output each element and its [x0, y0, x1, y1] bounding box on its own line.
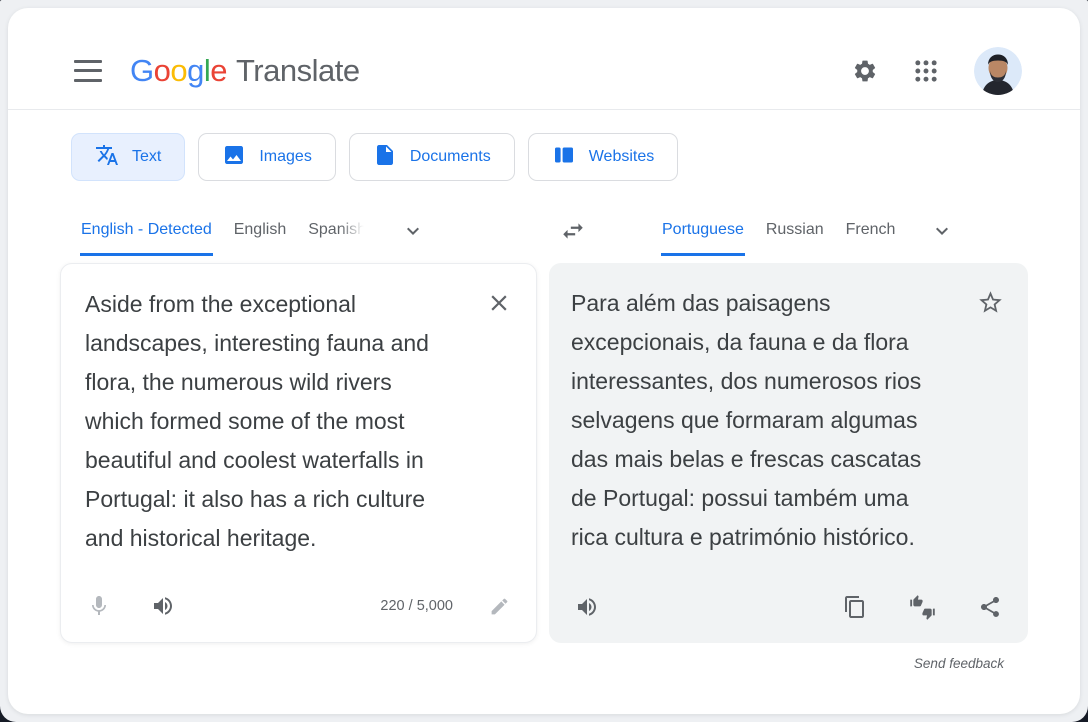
logo-letter: G: [130, 53, 154, 88]
tab-images-label: Images: [259, 148, 311, 166]
app-header: Google Translate: [8, 8, 1080, 110]
chevron-down-icon[interactable]: [401, 219, 425, 243]
swap-arrows-icon[interactable]: [560, 218, 586, 244]
tab-documents-label: Documents: [410, 148, 491, 166]
tab-documents[interactable]: Documents: [349, 133, 515, 181]
translation-panels: Aside from the exceptional landscapes, i…: [8, 263, 1080, 643]
translation-result-panel: Para além das paisagens excepcionais, da…: [549, 263, 1028, 643]
source-text-panel[interactable]: Aside from the exceptional landscapes, i…: [60, 263, 537, 643]
chevron-down-icon[interactable]: [930, 219, 954, 243]
language-bar: English - Detected English Spanish Portu…: [8, 206, 1080, 256]
target-lang-french[interactable]: French: [845, 206, 897, 256]
close-icon[interactable]: [486, 290, 512, 316]
website-icon: [552, 143, 576, 172]
source-language-tabs: English - Detected English Spanish: [60, 206, 537, 256]
mode-tabs: Text Images Documents Websites: [71, 133, 1080, 181]
document-icon: [373, 143, 397, 172]
google-translate-logo[interactable]: Google Translate: [130, 53, 360, 89]
rate-translation-icon[interactable]: [909, 594, 936, 621]
tab-websites-label: Websites: [589, 148, 655, 166]
microphone-icon[interactable]: [87, 594, 111, 618]
logo-product-name: Translate: [236, 53, 360, 89]
source-lang-spanish[interactable]: Spanish: [307, 206, 367, 256]
translate-icon: [95, 143, 119, 172]
tab-text-label: Text: [132, 148, 161, 166]
logo-letter: e: [210, 53, 227, 88]
tab-text[interactable]: Text: [71, 133, 185, 181]
send-feedback-link[interactable]: Send feedback: [914, 656, 1004, 671]
gear-icon[interactable]: [852, 58, 878, 84]
image-icon: [222, 143, 246, 172]
source-toolbar: 220 / 5,000: [61, 578, 536, 642]
copy-icon[interactable]: [843, 595, 867, 619]
source-text[interactable]: Aside from the exceptional landscapes, i…: [61, 264, 481, 558]
app-background: Google Translate: [0, 0, 1088, 722]
speaker-icon[interactable]: [575, 595, 599, 619]
speaker-icon[interactable]: [151, 594, 175, 618]
share-icon[interactable]: [978, 595, 1002, 619]
logo-letter: g: [187, 53, 204, 88]
pencil-icon[interactable]: [489, 596, 510, 617]
tab-images[interactable]: Images: [198, 133, 335, 181]
target-language-tabs: Portuguese Russian French: [609, 206, 1028, 256]
apps-grid-icon[interactable]: [912, 57, 940, 85]
hamburger-menu-icon[interactable]: [74, 60, 102, 82]
logo-letter: o: [170, 53, 187, 88]
user-avatar[interactable]: [974, 47, 1022, 95]
source-lang-english-detected[interactable]: English - Detected: [80, 206, 213, 256]
target-toolbar: [549, 579, 1028, 643]
logo-letter: o: [154, 53, 171, 88]
star-outline-icon[interactable]: [977, 289, 1004, 316]
character-count: 220 / 5,000: [380, 598, 453, 614]
translated-text: Para além das paisagens excepcionais, da…: [549, 263, 969, 557]
translate-app-card: Google Translate: [8, 8, 1080, 714]
target-lang-russian[interactable]: Russian: [765, 206, 825, 256]
source-lang-english[interactable]: English: [233, 206, 287, 256]
target-lang-portuguese[interactable]: Portuguese: [661, 206, 745, 256]
tab-websites[interactable]: Websites: [528, 133, 679, 181]
